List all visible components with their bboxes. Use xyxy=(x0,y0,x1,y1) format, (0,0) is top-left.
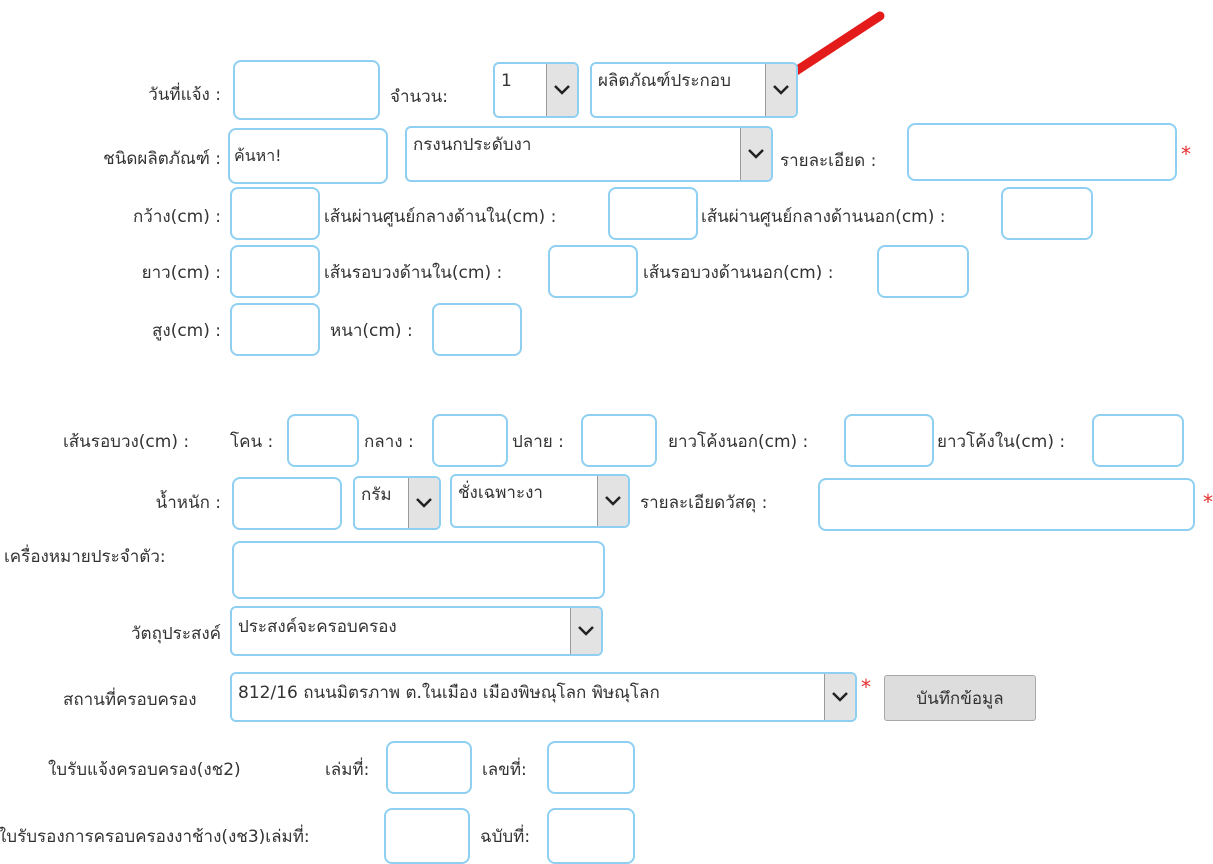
possession-location-value: 812/16 ถนนมิตรภาพ ต.ในเมือง เมืองพิษณุโล… xyxy=(238,683,660,703)
height-input[interactable] xyxy=(230,303,320,356)
base-input[interactable] xyxy=(287,414,359,467)
category-value: ผลิตภัณฑ์ประกอบ xyxy=(598,71,731,91)
identifying-mark-input[interactable] xyxy=(232,541,605,599)
height-label: สูง(cm) : xyxy=(152,321,221,341)
detail-input[interactable] xyxy=(907,123,1177,181)
receipt-gch2-label: ใบรับแจ้งครอบครอง(งช2) xyxy=(48,760,241,780)
chevron-down-icon xyxy=(765,64,796,116)
detail-label: รายละเอียด : xyxy=(780,151,877,171)
weight-unit-value: กรัม xyxy=(361,485,392,505)
tip-input[interactable] xyxy=(581,414,657,467)
product-type-value: กรงนกประดับงา xyxy=(413,135,532,155)
width-label: กว้าง(cm) : xyxy=(133,207,221,227)
chevron-down-icon xyxy=(570,608,601,654)
gch2-number-input[interactable] xyxy=(547,741,635,794)
chevron-down-icon xyxy=(824,674,855,720)
required-mark: * xyxy=(1181,142,1191,166)
thickness-input[interactable] xyxy=(432,303,522,356)
quantity-select[interactable]: 1 xyxy=(493,62,579,118)
gch2-book-no-label: เล่มที่: xyxy=(325,760,370,780)
outer-circumference-label: เส้นรอบวงด้านนอก(cm) : xyxy=(643,263,834,283)
middle-label: กลาง : xyxy=(364,432,414,452)
material-detail-input[interactable] xyxy=(818,478,1195,531)
material-detail-label: รายละเอียดวัสดุ : xyxy=(640,493,768,513)
certificate-gch3-label: ใบรับรองการครอบครองงาช้าง(งช3)เล่มที่: xyxy=(0,827,310,847)
quantity-value: 1 xyxy=(501,71,512,91)
middle-input[interactable] xyxy=(432,414,508,467)
inner-diameter-label: เส้นผ่านศูนย์กลางด้านใน(cm) : xyxy=(324,207,557,227)
weigh-mode-value: ชั่งเฉพาะงา xyxy=(458,483,543,503)
product-search-input[interactable] xyxy=(228,128,388,184)
required-mark: * xyxy=(1203,490,1213,514)
circumference-label: เส้นรอบวง(cm) : xyxy=(63,432,190,452)
length-input[interactable] xyxy=(230,245,320,298)
required-mark: * xyxy=(861,675,871,699)
possession-location-label: สถานที่ครอบครอง xyxy=(63,690,197,710)
gch2-number-label: เลขที่: xyxy=(482,760,527,780)
gch3-book-no-input[interactable] xyxy=(384,808,470,864)
report-date-label: วันที่แจ้ง : xyxy=(148,85,221,105)
product-type-label: ชนิดผลิตภัณฑ์ : xyxy=(103,149,221,169)
weight-unit-select[interactable]: กรัม xyxy=(353,476,441,530)
quantity-label: จำนวน: xyxy=(390,87,449,107)
outer-circumference-input[interactable] xyxy=(877,245,969,298)
category-select[interactable]: ผลิตภัณฑ์ประกอบ xyxy=(590,62,798,118)
weight-input[interactable] xyxy=(232,477,342,530)
report-date-input[interactable] xyxy=(233,60,380,120)
chevron-down-icon xyxy=(546,64,577,116)
width-input[interactable] xyxy=(230,187,320,240)
identifying-mark-label: เครื่องหมายประจำตัว: xyxy=(4,547,166,567)
inner-diameter-input[interactable] xyxy=(608,187,698,240)
chevron-down-icon xyxy=(597,476,628,526)
tip-label: ปลาย : xyxy=(512,432,564,452)
base-label: โคน : xyxy=(230,432,274,452)
gch2-book-no-input[interactable] xyxy=(386,741,472,794)
weight-label: น้ำหนัก : xyxy=(155,493,221,513)
purpose-label: วัตถุประสงค์ xyxy=(131,624,221,644)
inner-circumference-label: เส้นรอบวงด้านใน(cm) : xyxy=(324,263,503,283)
outer-curve-length-label: ยาวโค้งนอก(cm) : xyxy=(668,432,809,452)
weigh-mode-select[interactable]: ชั่งเฉพาะงา xyxy=(450,474,630,528)
inner-curve-length-label: ยาวโค้งใน(cm) : xyxy=(937,432,1066,452)
chevron-down-icon xyxy=(740,128,771,180)
purpose-select[interactable]: ประสงค์จะครอบครอง xyxy=(230,606,603,656)
product-type-select[interactable]: กรงนกประดับงา xyxy=(405,126,773,182)
thickness-label: หนา(cm) : xyxy=(330,321,413,341)
purpose-value: ประสงค์จะครอบครอง xyxy=(238,617,397,637)
gch3-copy-no-input[interactable] xyxy=(547,808,635,864)
outer-diameter-label: เส้นผ่านศูนย์กลางด้านนอก(cm) : xyxy=(701,207,946,227)
outer-diameter-input[interactable] xyxy=(1001,187,1093,240)
gch3-copy-no-label: ฉบับที่: xyxy=(480,827,531,847)
length-label: ยาว(cm) : xyxy=(141,263,221,283)
inner-curve-length-input[interactable] xyxy=(1092,414,1184,467)
outer-curve-length-input[interactable] xyxy=(844,414,934,467)
inner-circumference-input[interactable] xyxy=(548,245,638,298)
possession-location-select[interactable]: 812/16 ถนนมิตรภาพ ต.ในเมือง เมืองพิษณุโล… xyxy=(230,672,857,722)
chevron-down-icon xyxy=(408,478,439,528)
save-button[interactable]: บันทึกข้อมูล xyxy=(884,675,1036,721)
